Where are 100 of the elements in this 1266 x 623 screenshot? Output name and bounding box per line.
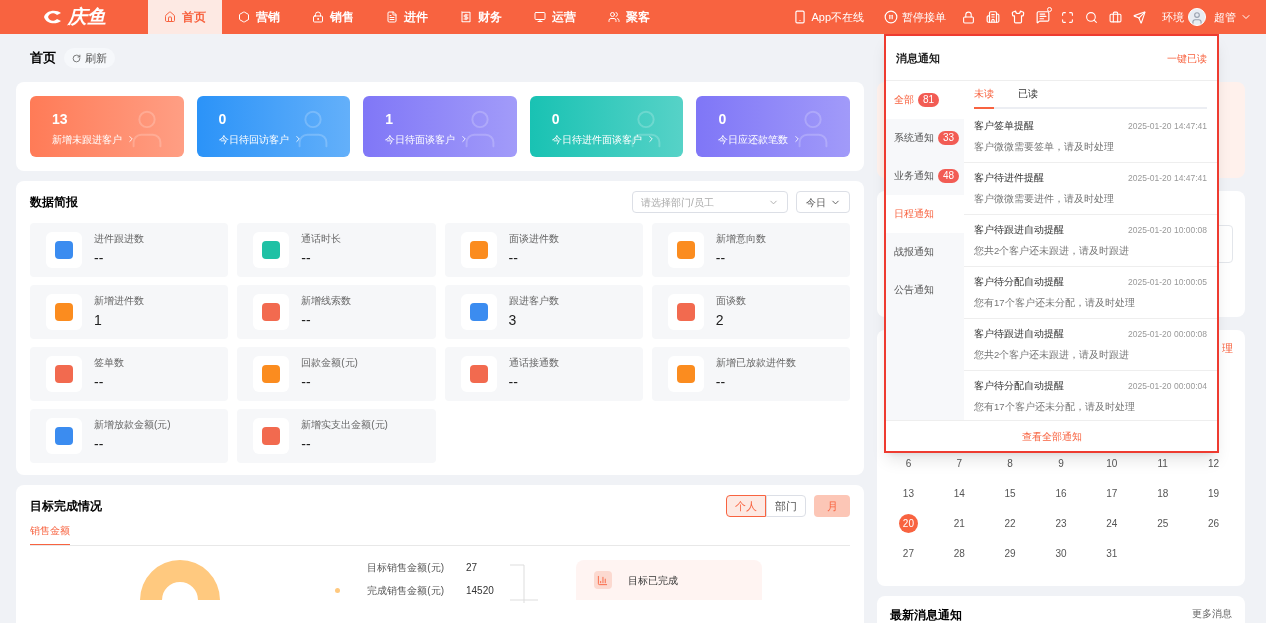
calendar-day[interactable]: 17 <box>1102 484 1122 503</box>
metric-label: 进件跟进数 <box>94 232 144 246</box>
calendar-day[interactable]: 28 <box>949 544 969 563</box>
metric-value: 2 <box>715 311 725 330</box>
metric-value: 3 <box>508 311 518 330</box>
pause-icon <box>884 10 898 24</box>
metric-label: 面谈数 <box>715 294 746 308</box>
notification-item[interactable]: 客户待跟进自动提醒 2025-01-20 00:00:08 您共2个客户还未跟进，请及时跟进 <box>964 319 1217 371</box>
metric-label: 新增放款金额(元) <box>94 418 171 432</box>
calendar-day[interactable]: 6 <box>898 454 918 473</box>
scope-tab[interactable]: 部门 <box>766 495 806 517</box>
nav-icon <box>312 11 324 23</box>
bar-chart-icon <box>597 574 609 586</box>
brand-name: 庆鱼 <box>68 4 106 29</box>
calendar-day[interactable]: 10 <box>1102 454 1122 473</box>
message-icon[interactable] <box>1036 10 1050 24</box>
target-label: 完成销售金额(元) <box>366 584 444 598</box>
lock-icon[interactable] <box>962 10 975 24</box>
notification-body: 您有17个客户还未分配，请及时处理 <box>974 296 1136 310</box>
nav-icon <box>238 11 250 23</box>
calendar-day[interactable]: 26 <box>1204 514 1224 533</box>
calendar-day[interactable]: 15 <box>1000 484 1020 503</box>
notification-item[interactable]: 客户签单提醒 2025-01-20 14:47:41 客户微微需要签单，请及时处理 <box>964 111 1217 163</box>
metric-label: 新增线索数 <box>301 294 352 308</box>
calendar-day[interactable]: 27 <box>898 544 918 563</box>
calendar-day[interactable]: 8 <box>1000 454 1020 473</box>
metric-value: -- <box>301 249 312 268</box>
metric-value: 1 <box>94 311 103 330</box>
calendar-day[interactable]: 16 <box>1051 484 1071 503</box>
calendar-day[interactable]: 31 <box>1102 544 1122 563</box>
calendar-day[interactable]: 25 <box>1153 514 1173 533</box>
send-icon[interactable] <box>1133 10 1146 24</box>
metric-value: -- <box>508 373 519 392</box>
building-icon[interactable] <box>986 10 1000 24</box>
notification-time: 2025-01-20 10:00:08 <box>1128 223 1207 237</box>
notification-body: 您共2个客户还未跟进，请及时跟进 <box>974 244 1131 258</box>
category-item[interactable]: 战报通知 <box>886 233 964 271</box>
search-icon[interactable] <box>1085 10 1098 24</box>
notification-time: 2025-01-20 00:00:08 <box>1128 327 1207 341</box>
metric-label: 通话时长 <box>301 232 342 246</box>
metric-label: 新增已放款进件数 <box>715 356 796 370</box>
calendar-day[interactable]: 19 <box>1204 484 1224 503</box>
metric-value: -- <box>301 435 312 454</box>
nav-icon <box>386 11 398 23</box>
period-select[interactable]: 今日 <box>796 191 850 213</box>
notification-item[interactable]: 客户待分配自动提醒 2025-01-20 10:00:05 您有17个客户还未分配，请及时处理 <box>964 267 1217 319</box>
notification-item[interactable]: 客户待分配自动提醒 2025-01-20 00:00:04 您有17个客户还未分配，请及时处理 <box>964 371 1217 420</box>
metric-value: -- <box>94 373 105 392</box>
shirt-icon[interactable] <box>1011 10 1025 24</box>
calendar-day[interactable]: 21 <box>949 514 969 533</box>
notification-item[interactable]: 客户待进件提醒 2025-01-20 14:47:41 客户微微需要进件，请及时处理 <box>964 163 1217 215</box>
notification-body: 客户微微需要签单，请及时处理 <box>974 140 1115 154</box>
notification-body: 您共2个客户还未跟进，请及时跟进 <box>974 348 1131 362</box>
calendar-day[interactable]: 14 <box>949 484 969 503</box>
read-status-tab[interactable]: 已读 <box>1018 86 1038 109</box>
metric-label: 新增实支出金额(元) <box>301 418 388 432</box>
target-value: 27 <box>466 561 478 575</box>
page-title: 首页 <box>30 49 56 68</box>
calendar-day[interactable]: 12 <box>1204 454 1224 473</box>
metric-value: -- <box>301 311 312 330</box>
completion-label: 目标已完成 <box>627 573 678 588</box>
metric-value: -- <box>715 373 727 392</box>
calendar-day[interactable]: 11 <box>1153 454 1173 473</box>
metric-label: 新增意向数 <box>715 232 766 246</box>
count-badge: 48 <box>938 169 960 183</box>
count-badge: 81 <box>918 93 940 107</box>
notification-time: 2025-01-20 00:00:04 <box>1128 379 1207 393</box>
chevron-right-icon <box>126 134 136 144</box>
calendar-day[interactable]: 29 <box>1000 544 1020 563</box>
avatar[interactable] <box>1188 8 1206 26</box>
metric-label: 面谈进件数 <box>508 232 559 246</box>
calendar-day[interactable]: 24 <box>1102 514 1122 533</box>
calendar-day[interactable]: 7 <box>949 454 969 473</box>
notification-time: 2025-01-20 14:47:41 <box>1128 119 1207 133</box>
metric-value: -- <box>508 249 519 268</box>
section-title: 目标完成情况 <box>30 498 102 515</box>
calendar-day[interactable]: 30 <box>1051 544 1071 563</box>
target-label: 目标销售金额(元) <box>366 561 444 575</box>
calendar-day[interactable]: 9 <box>1051 454 1071 473</box>
notification-item[interactable]: 客户待跟进自动提醒 2025-01-20 10:00:08 您共2个客户还未跟进，请及时跟进 <box>964 215 1217 267</box>
briefcase-icon[interactable] <box>1109 10 1122 24</box>
popup-title: 消息通知 <box>896 50 941 66</box>
target-value: 14520 <box>466 584 494 598</box>
metric-label: 通话接通数 <box>508 356 559 370</box>
metric-value: -- <box>715 249 727 268</box>
refresh-button[interactable]: 刷新 <box>64 48 115 68</box>
phone-icon <box>793 10 808 24</box>
calendar-day[interactable]: 18 <box>1153 484 1173 503</box>
more-link[interactable]: 更多消息 <box>1192 606 1232 621</box>
section-title: 最新消息通知 <box>890 607 963 623</box>
calendar-day[interactable]: 22 <box>1000 514 1020 533</box>
category-item[interactable]: 公告通知 <box>886 271 964 309</box>
nav-icon <box>164 11 176 23</box>
calendar-day[interactable]: 23 <box>1051 514 1071 533</box>
category-item[interactable]: 业务通知 48 <box>886 157 964 195</box>
fullscreen-icon[interactable] <box>1061 10 1074 24</box>
notification-title: 客户待跟进自动提醒 <box>974 326 1065 341</box>
category-item[interactable]: 系统通知 33 <box>886 119 964 157</box>
calendar-day[interactable]: 13 <box>898 484 918 503</box>
notification-title: 客户待进件提醒 <box>974 170 1045 185</box>
